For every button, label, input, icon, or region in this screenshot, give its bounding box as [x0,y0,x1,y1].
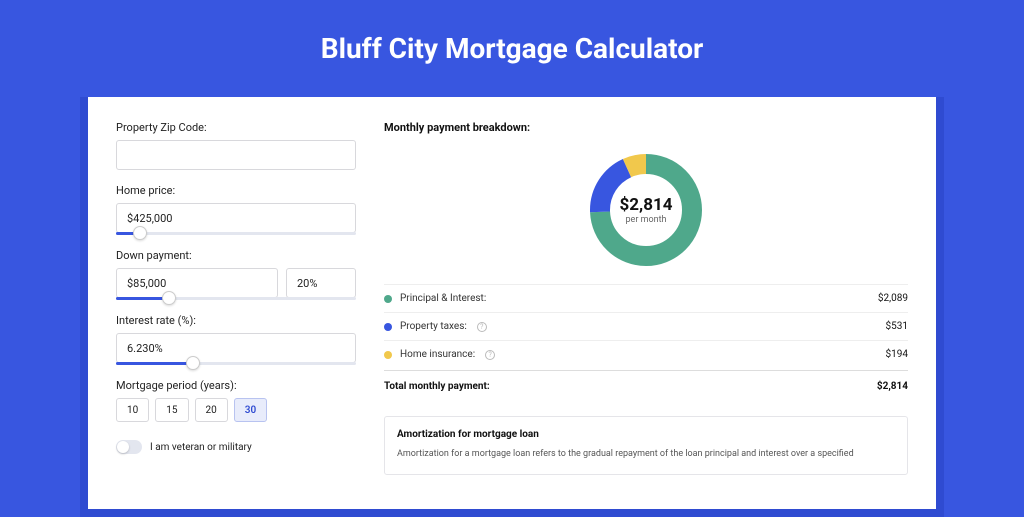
legend-row-principal: Principal & Interest: $2,089 [384,284,908,312]
interest-rate-label: Interest rate (%): [116,314,356,327]
period-label: Mortgage period (years): [116,379,356,392]
down-payment-label: Down payment: [116,249,356,262]
total-row: Total monthly payment: $2,814 [384,370,908,402]
legend-value-taxes: $531 [886,321,908,332]
interest-rate-slider-thumb[interactable] [186,356,200,370]
amortization-title: Amortization for mortgage loan [397,429,895,440]
legend-label-insurance: Home insurance: [400,349,475,360]
donut-amount: $2,814 [620,195,673,215]
donut-center: $2,814 per month [620,195,673,225]
dot-icon [384,351,392,359]
down-payment-field-group: Down payment: [116,249,356,300]
down-payment-pct-input[interactable] [286,268,356,298]
legend-row-insurance: Home insurance: ? $194 [384,340,908,368]
period-btn-10[interactable]: 10 [116,398,149,422]
legend-label-taxes: Property taxes: [400,321,467,332]
legend-value-principal: $2,089 [878,293,908,304]
interest-rate-input[interactable] [116,333,356,363]
total-value: $2,814 [877,381,908,392]
period-btn-20[interactable]: 20 [195,398,228,422]
veteran-toggle[interactable] [116,440,142,454]
inputs-column: Property Zip Code: Home price: Down paym… [116,121,356,509]
interest-rate-slider-fill [116,362,193,365]
home-price-field-group: Home price: [116,184,356,235]
amortization-box: Amortization for mortgage loan Amortizat… [384,416,908,475]
zip-input[interactable] [116,140,356,170]
page-title: Bluff City Mortgage Calculator [0,0,1024,89]
veteran-toggle-row: I am veteran or military [116,440,356,454]
info-icon[interactable]: ? [477,322,487,332]
total-label: Total monthly payment: [384,381,490,392]
calculator-frame: Property Zip Code: Home price: Down paym… [80,97,944,517]
legend-row-taxes: Property taxes: ? $531 [384,312,908,340]
amortization-text: Amortization for a mortgage loan refers … [397,448,895,462]
home-price-label: Home price: [116,184,356,197]
interest-rate-slider[interactable] [116,362,356,365]
home-price-slider[interactable] [116,232,356,235]
period-options: 10 15 20 30 [116,398,356,422]
dot-icon [384,295,392,303]
home-price-input[interactable] [116,203,356,233]
calculator-card: Property Zip Code: Home price: Down paym… [88,97,936,509]
legend-label-principal: Principal & Interest: [400,293,486,304]
info-icon[interactable]: ? [485,350,495,360]
breakdown-column: Monthly payment breakdown: $2,814 per mo… [384,121,908,509]
period-btn-15[interactable]: 15 [155,398,188,422]
down-payment-input[interactable] [116,268,278,298]
period-field-group: Mortgage period (years): 10 15 20 30 [116,379,356,422]
home-price-slider-thumb[interactable] [133,226,147,240]
donut-chart: $2,814 per month [586,150,706,270]
donut-chart-wrap: $2,814 per month [384,144,908,284]
zip-label: Property Zip Code: [116,121,356,134]
veteran-toggle-label: I am veteran or military [150,442,252,453]
breakdown-title: Monthly payment breakdown: [384,121,908,134]
veteran-toggle-knob [117,441,129,453]
legend-value-insurance: $194 [886,349,908,360]
dot-icon [384,323,392,331]
period-btn-30[interactable]: 30 [234,398,267,422]
interest-rate-field-group: Interest rate (%): [116,314,356,365]
zip-field-group: Property Zip Code: [116,121,356,170]
donut-sub: per month [620,215,673,225]
down-payment-slider-thumb[interactable] [162,291,176,305]
down-payment-slider[interactable] [116,297,356,300]
